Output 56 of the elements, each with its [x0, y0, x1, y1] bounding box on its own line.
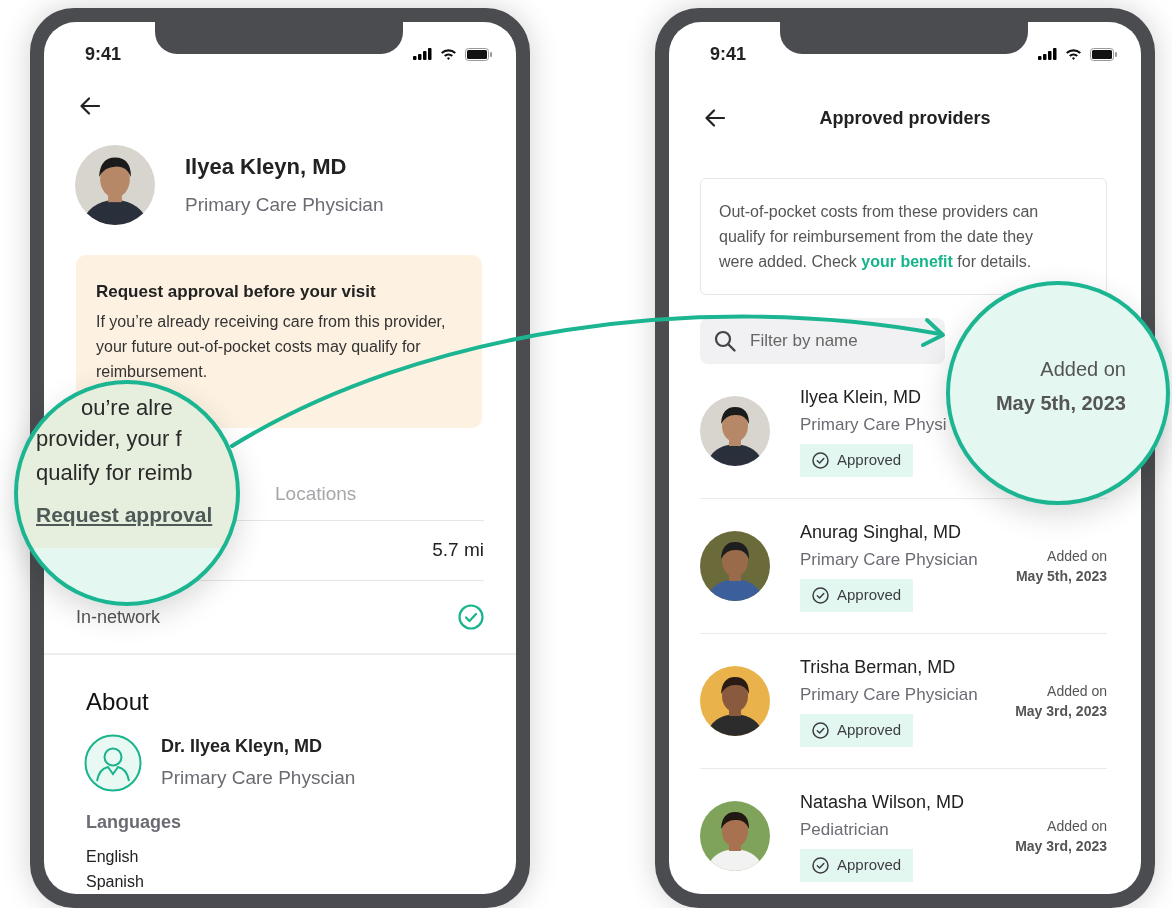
signal-icon	[1038, 48, 1057, 60]
status-time: 9:41	[710, 42, 747, 66]
provider-name: Trisha Berman, MD	[800, 656, 956, 677]
battery-icon	[1090, 47, 1117, 61]
check-circle-icon	[812, 856, 829, 874]
back-arrow-icon[interactable]	[80, 97, 100, 115]
added-label: Added on	[1046, 682, 1107, 701]
approved-text: Approved	[837, 854, 902, 875]
added-date: May 5th, 2023	[1015, 567, 1107, 586]
person-icon	[84, 733, 142, 792]
languages-label: Languages	[86, 810, 183, 834]
benefit-link[interactable]: your benefit	[861, 253, 953, 270]
notice-text: If you’re already receiving care from this provider, your future out-of-pocket costs may qualify for reimbursement.	[96, 311, 447, 382]
zoomed-notice-text: provider, your f	[36, 425, 183, 453]
about-heading: About	[86, 687, 150, 717]
status-time: 9:41	[85, 42, 122, 66]
back-arrow-icon[interactable]	[705, 109, 725, 127]
zoomed-notice-text: qualify for reimb	[36, 459, 194, 487]
check-circle-icon	[812, 586, 829, 604]
tab[interactable]: Locations	[275, 479, 357, 509]
added-date: May 5th, 2023	[995, 391, 1126, 416]
language-text: English	[86, 846, 140, 867]
about-specialty: Primary Care Physcian	[161, 766, 356, 790]
added-date: May 3rd, 2023	[1015, 837, 1107, 856]
provider-specialty: Primary Care Physician	[800, 684, 978, 704]
provider-specialty: Pediatrician	[800, 819, 889, 839]
approved-text: Approved	[837, 719, 902, 740]
zoomed-notice-text: ou’re alre	[81, 394, 174, 422]
approved-text: Approved	[837, 584, 902, 605]
added-label: Added on	[1040, 357, 1126, 382]
request-approval-link[interactable]: Request approval	[36, 503, 213, 526]
provider-name: Anurag Singhal, MD	[800, 521, 962, 542]
notice-title: Request approval before your visit	[96, 281, 377, 303]
signal-icon	[413, 48, 432, 60]
distance-text: 5.7 mi	[432, 538, 484, 563]
wifi-icon	[1065, 48, 1082, 60]
check-circle-icon	[812, 451, 829, 469]
provider-specialty: Primary Care Physician	[185, 193, 384, 218]
provider-specialty: Primary Care Physician	[800, 549, 978, 569]
screen-title: Approved providers	[819, 107, 991, 128]
added-date: May 3rd, 2023	[1015, 702, 1107, 721]
in-network-label: In-network	[76, 605, 161, 629]
approved-text: Approved	[837, 449, 902, 470]
language-text: Spanish	[86, 871, 145, 892]
added-label: Added on	[1046, 817, 1107, 836]
battery-icon	[465, 47, 492, 61]
provider-name: Ilyea Kleyn, MD	[185, 153, 348, 182]
provider-name: Ilyea Klein, MD	[800, 386, 922, 407]
wifi-icon	[440, 48, 457, 60]
provider-name: Natasha Wilson, MD	[800, 791, 965, 812]
about-name: Dr. Ilyea Kleyn, MD	[161, 735, 324, 758]
search-field[interactable]: Filter by name	[700, 318, 945, 364]
info-text: Out-of-pocket costs from these providers can qualify for reimbursement from the date they were added. Check your benefit for details.	[719, 202, 1040, 272]
added-label: Added on	[1046, 547, 1107, 566]
provider-specialty: Primary Care Physi	[800, 414, 947, 434]
check-circle-icon	[812, 721, 829, 739]
